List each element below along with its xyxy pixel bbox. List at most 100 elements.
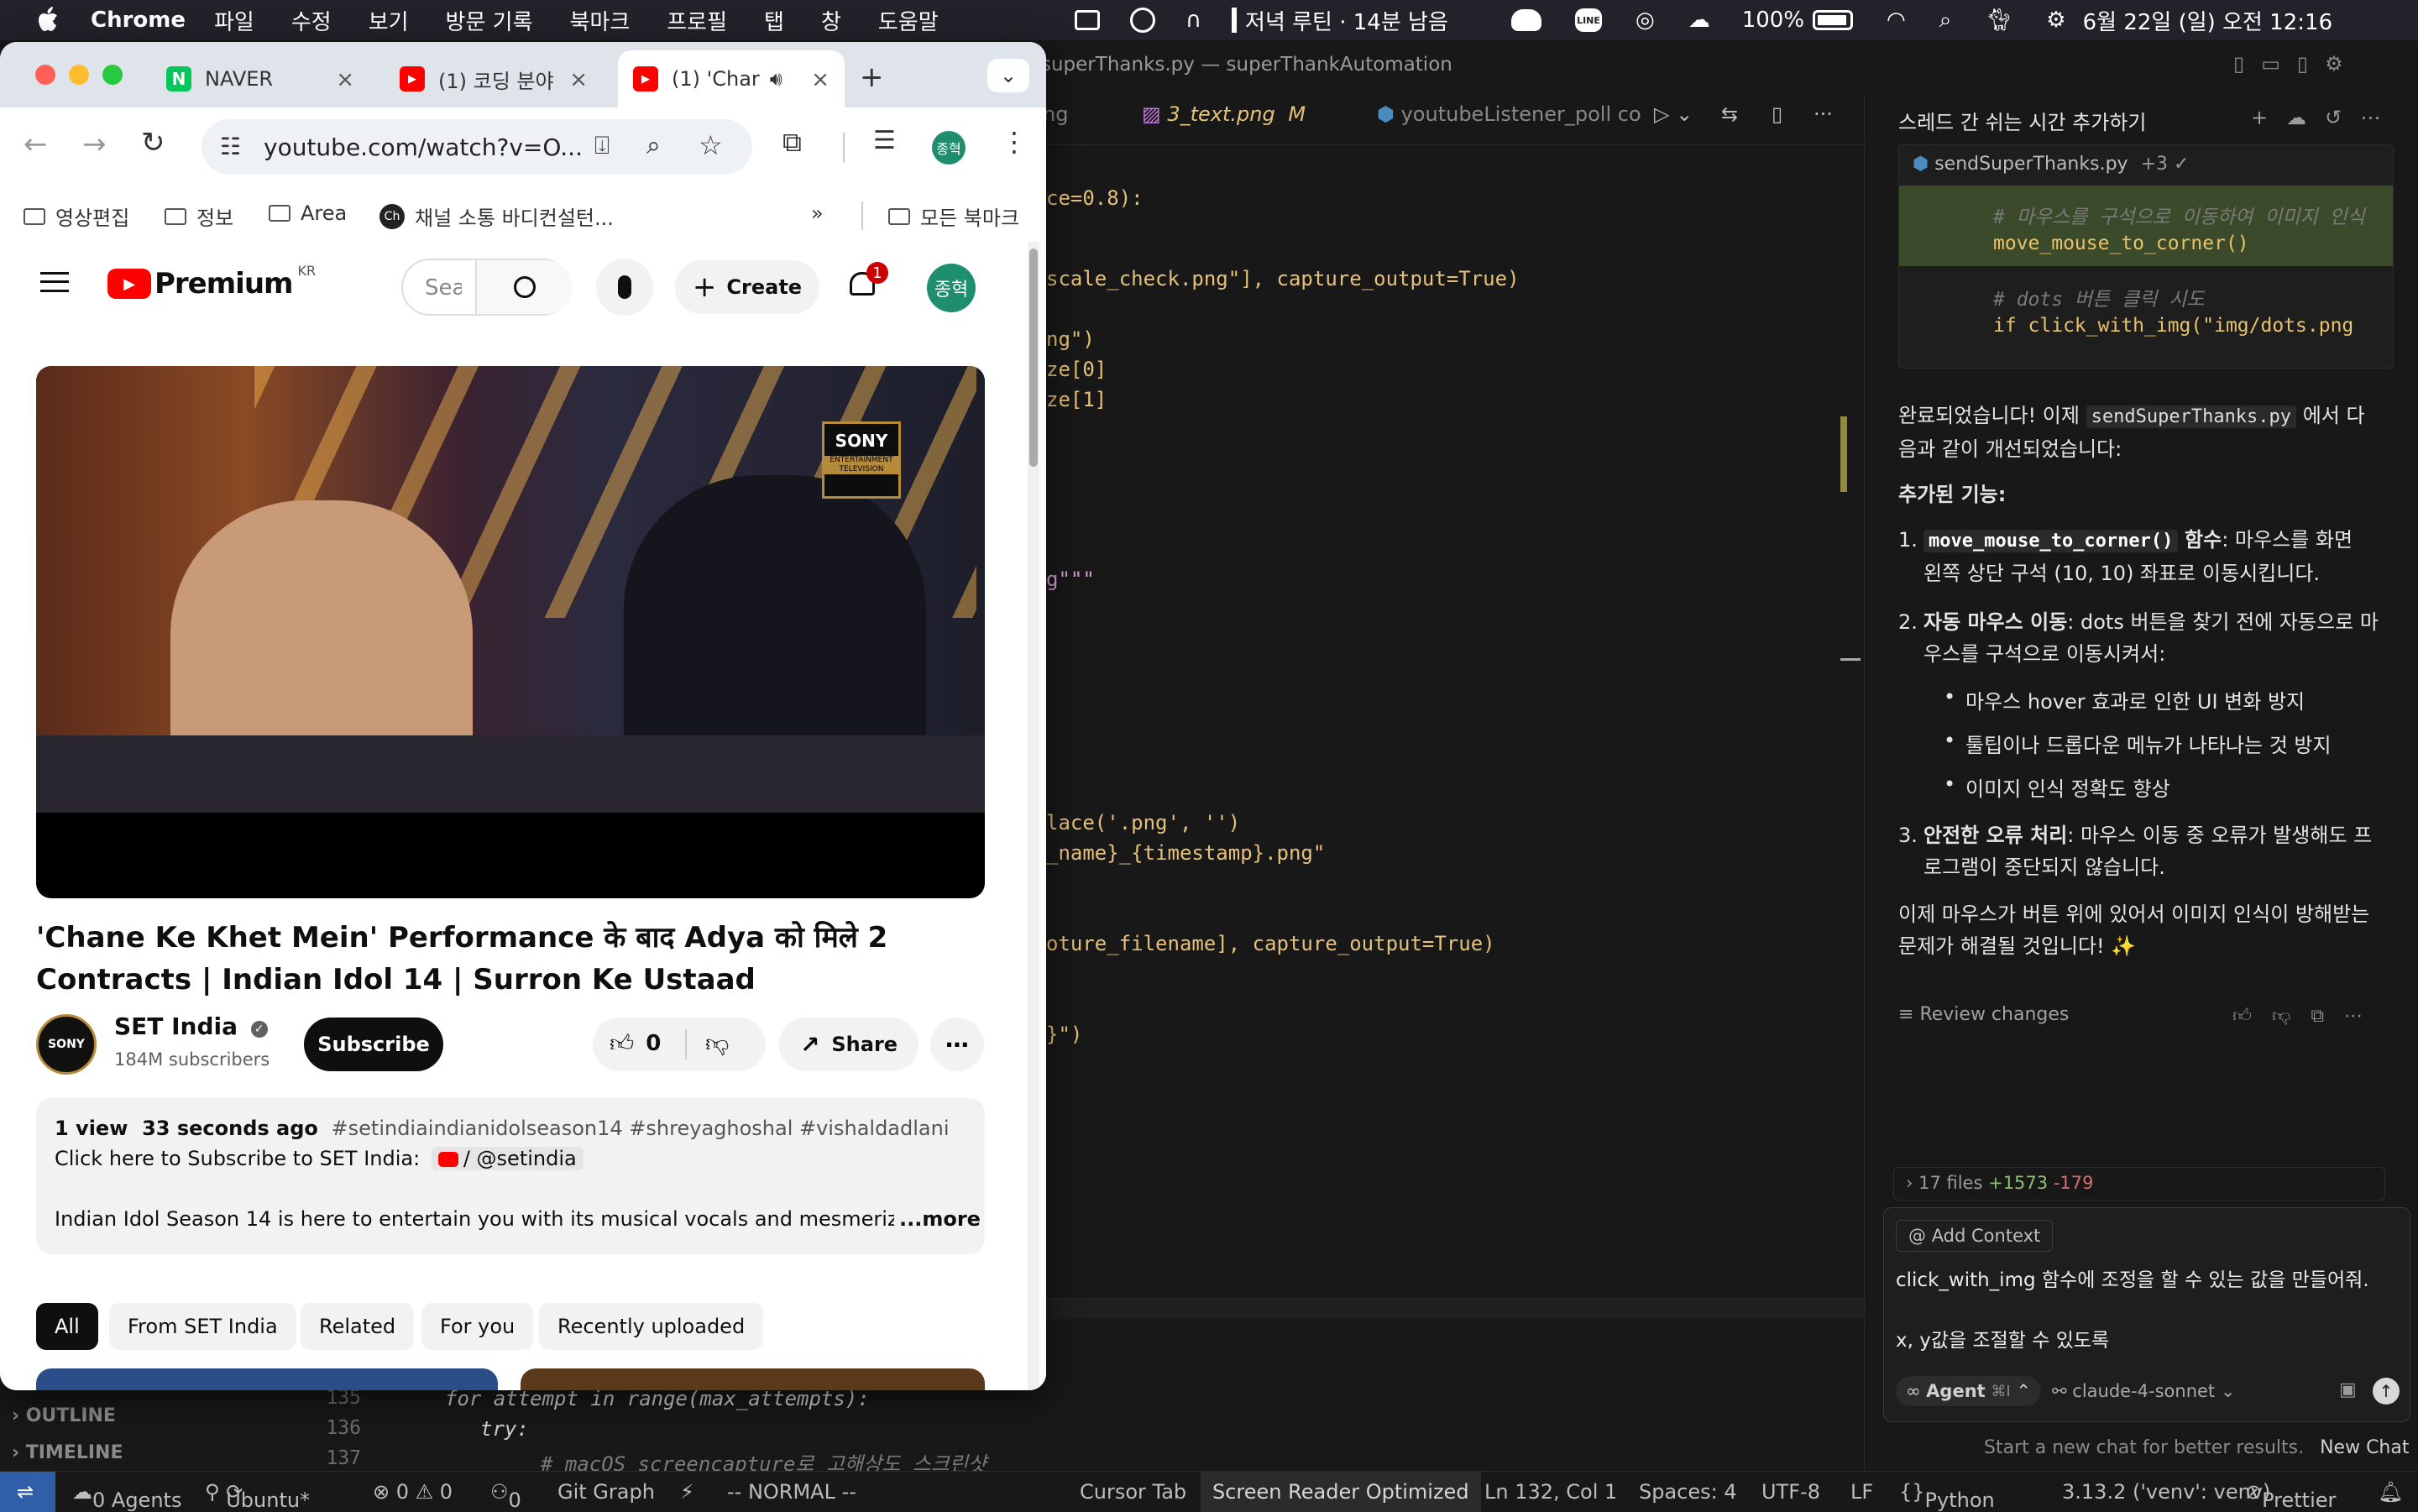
menu-bookmarks[interactable]: 북마크 <box>552 5 649 36</box>
chat-composer[interactable]: @ Add Context click_with_img 함수에 조정을 할 수… <box>1883 1207 2410 1422</box>
hashtags[interactable]: #setindiaindianidolseason14 #shreyaghosh… <box>332 1117 950 1140</box>
bookmark-folder[interactable]: 정보 <box>165 201 233 231</box>
filter-chip-recent[interactable]: Recently uploaded <box>539 1303 764 1350</box>
review-changes-button[interactable]: ≡ Review changes <box>1898 1004 2069 1025</box>
sidebar-outline[interactable]: › OUTLINE <box>12 1405 116 1426</box>
browser-tab-naver[interactable]: N NAVER × <box>151 50 369 107</box>
share-button[interactable]: ↗ Share <box>779 1018 919 1071</box>
reading-list-icon[interactable]: ☰ <box>873 126 896 155</box>
bookmark-star-icon[interactable]: ☆ <box>699 129 723 161</box>
more-actions-button[interactable]: ⋯ <box>930 1018 984 1071</box>
spotlight-search-icon[interactable]: ⌕ <box>1939 8 1952 34</box>
subscribe-button[interactable]: Subscribe <box>304 1018 443 1071</box>
menu-history[interactable]: 방문 기록 <box>427 5 552 36</box>
datetime[interactable]: 6월 22일 (일) 오전 12:16 <box>2083 5 2333 36</box>
url-text[interactable]: youtube.com/watch?v=O... <box>264 133 583 161</box>
site-info-icon[interactable]: ☷ <box>220 133 241 160</box>
weather-icon[interactable]: ☁ <box>1688 8 1710 33</box>
new-tab-button[interactable]: + <box>860 60 884 94</box>
wifi-icon[interactable]: ◠ <box>1887 8 1906 33</box>
filter-chip-channel[interactable]: From SET India <box>109 1303 296 1350</box>
play-icon[interactable] <box>1130 8 1155 33</box>
bookmark-folder[interactable]: 영상편집 <box>24 201 129 231</box>
zoom-icon[interactable]: ⌕ <box>646 131 661 160</box>
agents-status[interactable]: ☁ 0 Agents <box>72 1480 181 1512</box>
hamburger-menu-icon[interactable] <box>40 272 69 292</box>
menu-edit[interactable]: 수정 <box>273 5 350 36</box>
airpods-icon[interactable]: ∩ <box>1185 8 1201 33</box>
youtube-logo[interactable]: ▶ Premium KR <box>107 263 316 301</box>
chat-thread-title[interactable]: 스레드 간 쉬는 시간 추가하기 <box>1898 106 2146 135</box>
editor-tab[interactable]: ng <box>1043 102 1068 126</box>
profile-avatar[interactable]: 종혁 <box>932 131 966 165</box>
encoding[interactable]: UTF-8 <box>1761 1480 1820 1504</box>
show-more-button[interactable]: ...more <box>894 1207 981 1231</box>
close-tab-icon[interactable]: × <box>811 67 830 92</box>
chrome-menu-icon[interactable]: ⋮ <box>1001 126 1028 158</box>
chat-input[interactable]: click_with_img 함수에 조정을 할 수 있는 값을 만들어줘. x… <box>1896 1265 2400 1356</box>
python-interpreter[interactable]: 3.13.2 ('venv': venv) <box>2062 1480 2270 1504</box>
menu-window[interactable]: 창 <box>803 5 860 36</box>
page-scrollbar[interactable] <box>1028 242 1039 1390</box>
cursor-tab-status[interactable]: Cursor Tab <box>1080 1480 1186 1504</box>
forward-button[interactable]: → <box>82 128 107 161</box>
all-bookmarks-folder[interactable]: 모든 북마크 <box>888 201 1019 231</box>
now-playing-text[interactable]: 저녁 루틴 · 14분 남음 <box>1245 5 1448 36</box>
line-icon[interactable]: LINE <box>1575 8 1602 32</box>
bookmarks-overflow-icon[interactable]: » <box>811 201 824 225</box>
editor-tab[interactable]: ⬢ youtubeListener_poll co <box>1377 102 1641 126</box>
channel-name[interactable]: SET India ✓ <box>114 1012 268 1040</box>
compare-icon[interactable]: ⇆ <box>1721 102 1738 126</box>
new-chat-link[interactable]: New Chat <box>2320 1437 2409 1458</box>
search-button[interactable] <box>475 260 573 314</box>
dislike-button[interactable]: 👎︎ <box>705 1029 729 1058</box>
changed-files-summary[interactable]: › 17 files +1573 -179 <box>1893 1167 2385 1201</box>
run-button[interactable]: ▷ ⌄ <box>1654 102 1693 126</box>
remote-host[interactable]: ⚲ Ubuntu* ⟳ <box>205 1480 310 1512</box>
control-center-icon[interactable]: ⚙ <box>2046 8 2065 33</box>
editor-tab-active[interactable]: ▨ 3_text.png M <box>1142 102 1306 126</box>
chat-header-actions[interactable]: +☁↺⋯ <box>2251 106 2399 129</box>
feedback-actions[interactable]: 👍︎👎︎⧉⋯ <box>2232 1004 2383 1027</box>
reload-button[interactable]: ↻ <box>141 126 165 160</box>
screen-reader-status[interactable]: Screen Reader Optimized <box>1201 1472 1481 1512</box>
back-button[interactable]: ← <box>24 128 48 161</box>
recommended-thumbnail[interactable] <box>521 1368 985 1390</box>
video-description[interactable]: 1 view 33 seconds ago #setindiaindianido… <box>36 1098 985 1254</box>
airdrop-icon[interactable]: ◎ <box>1636 8 1655 33</box>
menu-file[interactable]: 파일 <box>196 5 273 36</box>
split-editor-icon[interactable]: ▯ <box>1772 102 1782 126</box>
close-tab-icon[interactable]: × <box>569 67 588 92</box>
language-mode[interactable]: {} Python <box>1899 1480 1995 1512</box>
model-selector[interactable]: ⚯ claude-4-sonnet ⌄ <box>2052 1381 2235 1401</box>
end-of-line[interactable]: LF <box>1850 1480 1873 1504</box>
layout-toggle-icons[interactable]: ▯▭▯⚙ <box>2233 52 2360 76</box>
ports-status[interactable]: ⚇ 0 <box>490 1480 521 1512</box>
remote-icon[interactable]: ⇌ <box>17 1480 34 1504</box>
add-context-button[interactable]: @ Add Context <box>1896 1220 2054 1252</box>
more-actions-icon[interactable]: ··· <box>1814 102 1833 126</box>
address-bar[interactable]: ☷ youtube.com/watch?v=O... ⍗ ⌕ ☆ <box>202 119 752 175</box>
menu-profile[interactable]: 프로필 <box>648 5 746 36</box>
close-tab-icon[interactable]: × <box>336 67 354 92</box>
extensions-icon[interactable]: ⧉ <box>782 126 802 159</box>
account-avatar[interactable]: 종혁 <box>927 264 976 312</box>
like-button[interactable]: 👍︎ 0 <box>610 1029 661 1058</box>
close-window-button[interactable] <box>35 65 55 85</box>
indentation[interactable]: Spaces: 4 <box>1639 1480 1737 1504</box>
video-player[interactable]: SONY ENTERTAINMENT TELEVISION <box>36 366 985 898</box>
minimize-window-button[interactable] <box>69 65 89 85</box>
menu-tab[interactable]: 탭 <box>746 5 803 36</box>
notifications-bell-icon[interactable]: 🔔︎ <box>2378 1480 2403 1504</box>
browser-tab-youtube[interactable]: ▶ (1) 코딩 분야 × <box>385 50 603 107</box>
app-name[interactable]: Chrome <box>91 8 186 33</box>
battery-icon[interactable] <box>1813 10 1854 30</box>
apple-logo-icon[interactable] <box>37 5 59 34</box>
filter-chip-for-you[interactable]: For you <box>421 1303 534 1350</box>
voice-search-button[interactable] <box>596 259 653 316</box>
bookmark-link[interactable]: Ch 채널 소통 바디컨설턴... <box>379 201 614 231</box>
filter-chip-all[interactable]: All <box>36 1303 98 1350</box>
create-button[interactable]: + Create <box>675 260 819 314</box>
sidebar-timeline[interactable]: › TIMELINE <box>12 1442 123 1463</box>
search-input[interactable]: Search <box>425 275 462 301</box>
